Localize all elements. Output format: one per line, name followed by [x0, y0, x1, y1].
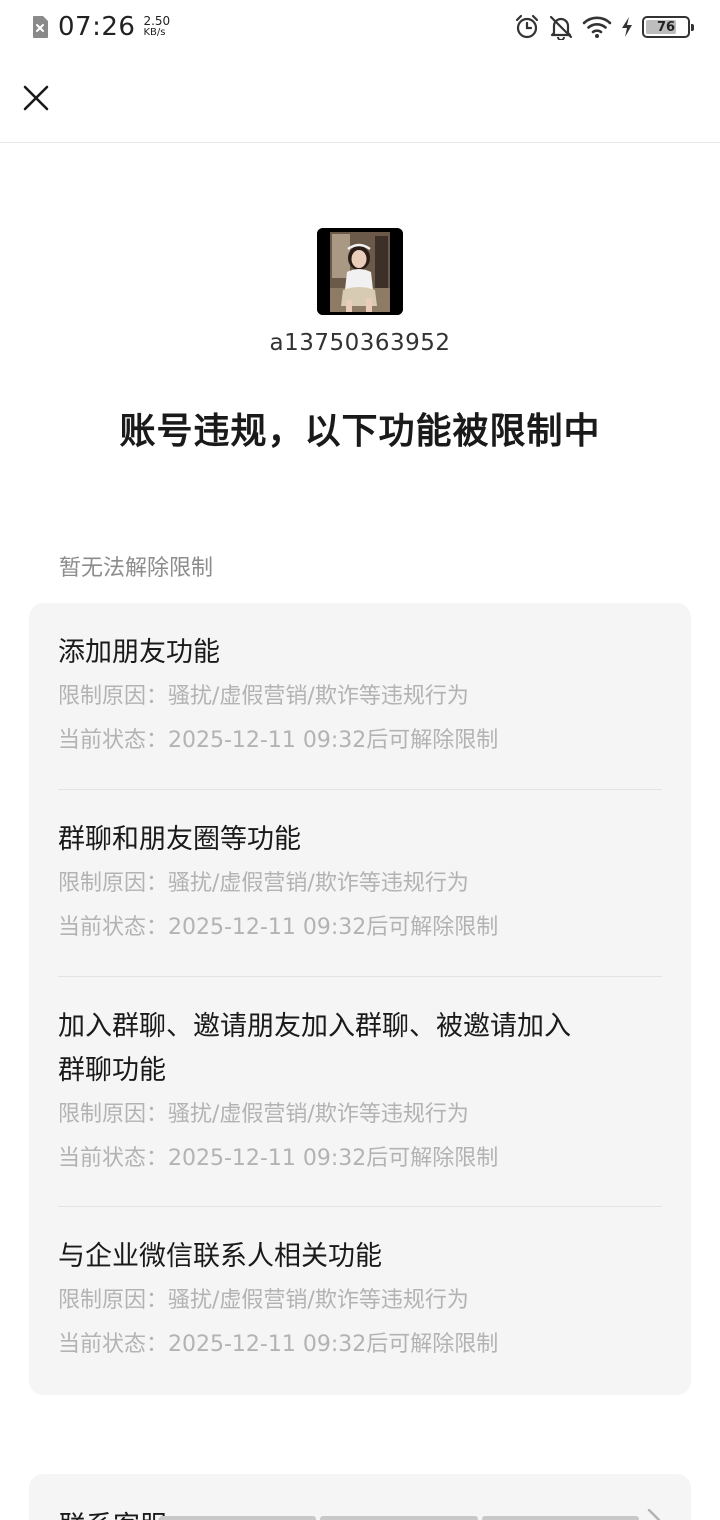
scroll-overlay — [159, 1516, 639, 1520]
header — [0, 56, 720, 143]
avatar[interactable] — [317, 228, 403, 315]
restriction-reason: 限制原因：骚扰/虚假营销/欺诈等违规行为 — [58, 684, 469, 709]
battery-cap — [691, 24, 694, 31]
avatar-image — [317, 228, 403, 315]
chevron-right-icon — [647, 1508, 661, 1520]
restriction-title: 群聊和朋友圈等功能 — [58, 824, 301, 855]
network-speed-value: 2.50 — [143, 14, 171, 28]
status-bar: 07:26 2.50 KB/s 76 — [0, 0, 720, 56]
status-time: 07:26 — [58, 12, 136, 42]
restriction-status: 当前状态：2025-12-11 09:32后可解除限制 — [58, 915, 499, 940]
page-title: 账号违规，以下功能被限制中 — [119, 411, 601, 452]
restriction-item: 与企业微信联系人相关功能 限制原因：骚扰/虚假营销/欺诈等违规行为 当前状态：2… — [58, 1235, 662, 1367]
contact-support-row[interactable]: 联系客服 — [29, 1474, 691, 1520]
restriction-reason: 限制原因：骚扰/虚假营销/欺诈等违规行为 — [58, 1102, 469, 1127]
restrictions-card: 添加朋友功能 限制原因：骚扰/虚假营销/欺诈等违规行为 当前状态：2025-12… — [29, 603, 691, 1395]
close-icon[interactable] — [22, 84, 50, 112]
divider — [58, 789, 662, 790]
restriction-item: 群聊和朋友圈等功能 限制原因：骚扰/虚假营销/欺诈等违规行为 当前状态：2025… — [58, 818, 662, 950]
restriction-reason: 限制原因：骚扰/虚假营销/欺诈等违规行为 — [58, 1288, 469, 1313]
restriction-title: 添加朋友功能 — [58, 637, 220, 668]
close-button[interactable] — [18, 80, 54, 116]
status-bar-left: 07:26 2.50 KB/s — [30, 12, 170, 42]
bell-off-icon — [549, 15, 573, 40]
restriction-reason: 限制原因：骚扰/虚假营销/欺诈等违规行为 — [58, 871, 469, 896]
restriction-status: 当前状态：2025-12-11 09:32后可解除限制 — [58, 1332, 499, 1357]
restriction-status: 当前状态：2025-12-11 09:32后可解除限制 — [58, 1146, 499, 1171]
restriction-title: 与企业微信联系人相关功能 — [58, 1241, 382, 1272]
wifi-icon — [582, 16, 612, 38]
network-speed-unit: KB/s — [143, 27, 166, 38]
section-label: 暂无法解除限制 — [59, 556, 214, 581]
charging-icon — [622, 17, 632, 37]
battery-level: 76 — [656, 19, 676, 35]
restriction-title-line-2: 群聊功能 — [58, 1055, 166, 1086]
status-bar-right: 76 — [514, 14, 694, 40]
alarm-icon — [515, 14, 539, 39]
sim-off-icon — [33, 16, 48, 38]
divider — [58, 976, 662, 977]
contact-support-label: 联系客服 — [59, 1504, 167, 1520]
restriction-item: 加入群聊、邀请朋友加入群聊、被邀请加入 群聊功能 限制原因：骚扰/虚假营销/欺诈… — [58, 1005, 662, 1181]
restriction-title-line-1: 加入群聊、邀请朋友加入群聊、被邀请加入 — [58, 1011, 571, 1042]
divider — [58, 1206, 662, 1207]
restriction-item: 添加朋友功能 限制原因：骚扰/虚假营销/欺诈等违规行为 当前状态：2025-12… — [58, 631, 662, 763]
account-id: a13750363952 — [269, 330, 451, 356]
restriction-status: 当前状态：2025-12-11 09:32后可解除限制 — [58, 728, 499, 753]
network-speed: 2.50 KB/s — [143, 14, 171, 38]
battery-icon: 76 — [642, 16, 694, 38]
